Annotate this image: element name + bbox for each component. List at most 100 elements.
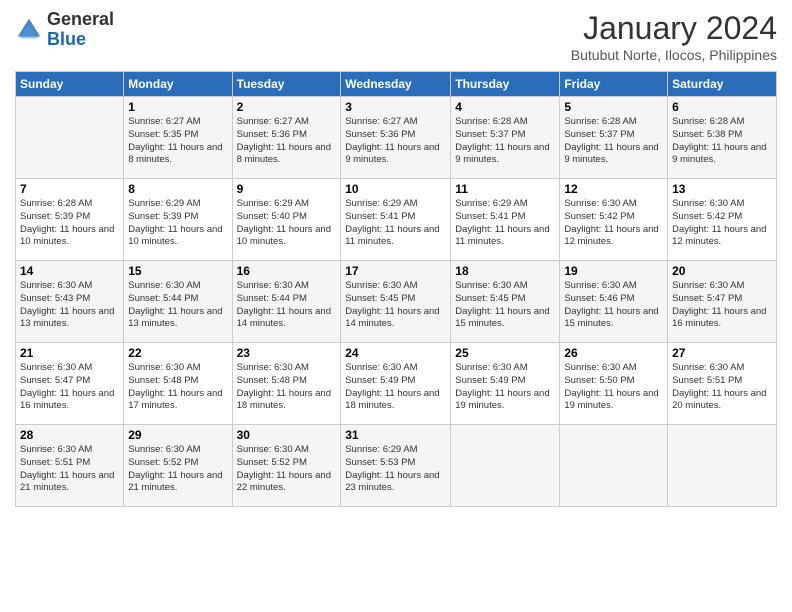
calendar-cell: 7Sunrise: 6:28 AMSunset: 5:39 PMDaylight…: [16, 179, 124, 261]
day-number: 8: [128, 182, 227, 196]
day-header-sunday: Sunday: [16, 72, 124, 97]
calendar-cell: 1 Sunrise: 6:27 AMSunset: 5:35 PMDaylight…: [124, 97, 232, 179]
day-number: 31: [345, 428, 446, 442]
day-info: Sunrise: 6:28 AMSunset: 5:37 PMDaylight:…: [455, 116, 549, 165]
day-info: Sunrise: 6:29 AMSunset: 5:53 PMDaylight:…: [345, 444, 439, 493]
day-info: Sunrise: 6:30 AMSunset: 5:52 PMDaylight:…: [237, 444, 331, 493]
day-info: Sunrise: 6:30 AMSunset: 5:49 PMDaylight:…: [345, 362, 439, 411]
logo-text: General Blue: [47, 10, 114, 50]
day-number: 28: [20, 428, 119, 442]
day-info: Sunrise: 6:30 AMSunset: 5:49 PMDaylight:…: [455, 362, 549, 411]
day-number: 21: [20, 346, 119, 360]
day-info: Sunrise: 6:30 AMSunset: 5:44 PMDaylight:…: [237, 280, 331, 329]
day-info: Sunrise: 6:30 AMSunset: 5:46 PMDaylight:…: [564, 280, 658, 329]
calendar-cell: 2Sunrise: 6:27 AMSunset: 5:36 PMDaylight…: [232, 97, 341, 179]
calendar-week-row: 21 Sunrise: 6:30 AMSunset: 5:47 PMDayligh…: [16, 343, 777, 425]
calendar-cell: 21 Sunrise: 6:30 AMSunset: 5:47 PMDayligh…: [16, 343, 124, 425]
day-number: 19: [564, 264, 663, 278]
calendar-cell: 27 Sunrise: 6:30 AMSunset: 5:51 PMDayligh…: [668, 343, 777, 425]
day-number: 6: [672, 100, 772, 114]
calendar-cell: 15 Sunrise: 6:30 AMSunset: 5:44 PMDayligh…: [124, 261, 232, 343]
day-number: 16: [237, 264, 337, 278]
day-info: Sunrise: 6:28 AMSunset: 5:39 PMDaylight:…: [20, 198, 114, 247]
day-info: Sunrise: 6:30 AMSunset: 5:48 PMDaylight:…: [237, 362, 331, 411]
calendar-cell: 19 Sunrise: 6:30 AMSunset: 5:46 PMDayligh…: [560, 261, 668, 343]
day-number: 9: [237, 182, 337, 196]
calendar-cell: 30 Sunrise: 6:30 AMSunset: 5:52 PMDayligh…: [232, 425, 341, 507]
logo-blue-text: Blue: [47, 29, 86, 49]
day-number: 10: [345, 182, 446, 196]
location-subtitle: Butubut Norte, Ilocos, Philippines: [571, 47, 777, 63]
day-number: 2: [237, 100, 337, 114]
day-number: 11: [455, 182, 555, 196]
day-number: 15: [128, 264, 227, 278]
day-header-friday: Friday: [560, 72, 668, 97]
calendar-cell: 23 Sunrise: 6:30 AMSunset: 5:48 PMDayligh…: [232, 343, 341, 425]
calendar-cell: 17Sunrise: 6:30 AMSunset: 5:45 PMDayligh…: [341, 261, 451, 343]
day-info: Sunrise: 6:27 AMSunset: 5:35 PMDaylight:…: [128, 116, 222, 165]
calendar-cell: 29 Sunrise: 6:30 AMSunset: 5:52 PMDayligh…: [124, 425, 232, 507]
calendar-cell: [560, 425, 668, 507]
calendar-week-row: 7Sunrise: 6:28 AMSunset: 5:39 PMDaylight…: [16, 179, 777, 261]
day-number: 23: [237, 346, 337, 360]
day-header-thursday: Thursday: [451, 72, 560, 97]
day-number: 30: [237, 428, 337, 442]
calendar-header-row: SundayMondayTuesdayWednesdayThursdayFrid…: [16, 72, 777, 97]
logo-icon: [15, 16, 43, 44]
day-info: Sunrise: 6:27 AMSunset: 5:36 PMDaylight:…: [345, 116, 439, 165]
day-info: Sunrise: 6:29 AMSunset: 5:41 PMDaylight:…: [345, 198, 439, 247]
day-number: 17: [345, 264, 446, 278]
day-info: Sunrise: 6:30 AMSunset: 5:48 PMDaylight:…: [128, 362, 222, 411]
day-info: Sunrise: 6:30 AMSunset: 5:45 PMDaylight:…: [455, 280, 549, 329]
day-header-monday: Monday: [124, 72, 232, 97]
day-number: 29: [128, 428, 227, 442]
day-info: Sunrise: 6:29 AMSunset: 5:40 PMDaylight:…: [237, 198, 331, 247]
calendar-cell: 26 Sunrise: 6:30 AMSunset: 5:50 PMDayligh…: [560, 343, 668, 425]
day-info: Sunrise: 6:29 AMSunset: 5:41 PMDaylight:…: [455, 198, 549, 247]
calendar-cell: 10 Sunrise: 6:29 AMSunset: 5:41 PMDayligh…: [341, 179, 451, 261]
calendar-week-row: 1 Sunrise: 6:27 AMSunset: 5:35 PMDaylight…: [16, 97, 777, 179]
calendar-cell: [16, 97, 124, 179]
calendar-cell: 9 Sunrise: 6:29 AMSunset: 5:40 PMDaylight…: [232, 179, 341, 261]
day-number: 1: [128, 100, 227, 114]
day-info: Sunrise: 6:30 AMSunset: 5:52 PMDaylight:…: [128, 444, 222, 493]
calendar-cell: 16 Sunrise: 6:30 AMSunset: 5:44 PMDayligh…: [232, 261, 341, 343]
calendar-cell: 13 Sunrise: 6:30 AMSunset: 5:42 PMDayligh…: [668, 179, 777, 261]
day-number: 18: [455, 264, 555, 278]
day-info: Sunrise: 6:29 AMSunset: 5:39 PMDaylight:…: [128, 198, 222, 247]
calendar-cell: 18 Sunrise: 6:30 AMSunset: 5:45 PMDayligh…: [451, 261, 560, 343]
title-area: January 2024 Butubut Norte, Ilocos, Phil…: [571, 10, 777, 63]
calendar-week-row: 28Sunrise: 6:30 AMSunset: 5:51 PMDayligh…: [16, 425, 777, 507]
day-info: Sunrise: 6:30 AMSunset: 5:47 PMDaylight:…: [20, 362, 114, 411]
calendar-cell: [668, 425, 777, 507]
day-number: 4: [455, 100, 555, 114]
header-area: General Blue January 2024 Butubut Norte,…: [15, 10, 777, 63]
day-number: 22: [128, 346, 227, 360]
day-info: Sunrise: 6:30 AMSunset: 5:44 PMDaylight:…: [128, 280, 222, 329]
day-info: Sunrise: 6:30 AMSunset: 5:43 PMDaylight:…: [20, 280, 114, 329]
calendar-cell: 25Sunrise: 6:30 AMSunset: 5:49 PMDayligh…: [451, 343, 560, 425]
day-info: Sunrise: 6:30 AMSunset: 5:42 PMDaylight:…: [672, 198, 766, 247]
day-info: Sunrise: 6:30 AMSunset: 5:50 PMDaylight:…: [564, 362, 658, 411]
day-number: 26: [564, 346, 663, 360]
calendar-cell: 3Sunrise: 6:27 AMSunset: 5:36 PMDaylight…: [341, 97, 451, 179]
day-number: 13: [672, 182, 772, 196]
day-number: 27: [672, 346, 772, 360]
calendar-cell: 28Sunrise: 6:30 AMSunset: 5:51 PMDayligh…: [16, 425, 124, 507]
calendar-week-row: 14Sunrise: 6:30 AMSunset: 5:43 PMDayligh…: [16, 261, 777, 343]
logo-general-text: General: [47, 9, 114, 29]
calendar-cell: [451, 425, 560, 507]
calendar-cell: 6Sunrise: 6:28 AMSunset: 5:38 PMDaylight…: [668, 97, 777, 179]
day-header-tuesday: Tuesday: [232, 72, 341, 97]
calendar-cell: 12Sunrise: 6:30 AMSunset: 5:42 PMDayligh…: [560, 179, 668, 261]
day-info: Sunrise: 6:30 AMSunset: 5:51 PMDaylight:…: [672, 362, 766, 411]
day-info: Sunrise: 6:28 AMSunset: 5:37 PMDaylight:…: [564, 116, 658, 165]
month-title: January 2024: [571, 10, 777, 47]
calendar-cell: 14Sunrise: 6:30 AMSunset: 5:43 PMDayligh…: [16, 261, 124, 343]
day-info: Sunrise: 6:30 AMSunset: 5:42 PMDaylight:…: [564, 198, 658, 247]
calendar-cell: 22 Sunrise: 6:30 AMSunset: 5:48 PMDayligh…: [124, 343, 232, 425]
logo: General Blue: [15, 10, 114, 50]
calendar-cell: 11 Sunrise: 6:29 AMSunset: 5:41 PMDayligh…: [451, 179, 560, 261]
day-number: 20: [672, 264, 772, 278]
calendar-cell: 31 Sunrise: 6:29 AMSunset: 5:53 PMDayligh…: [341, 425, 451, 507]
